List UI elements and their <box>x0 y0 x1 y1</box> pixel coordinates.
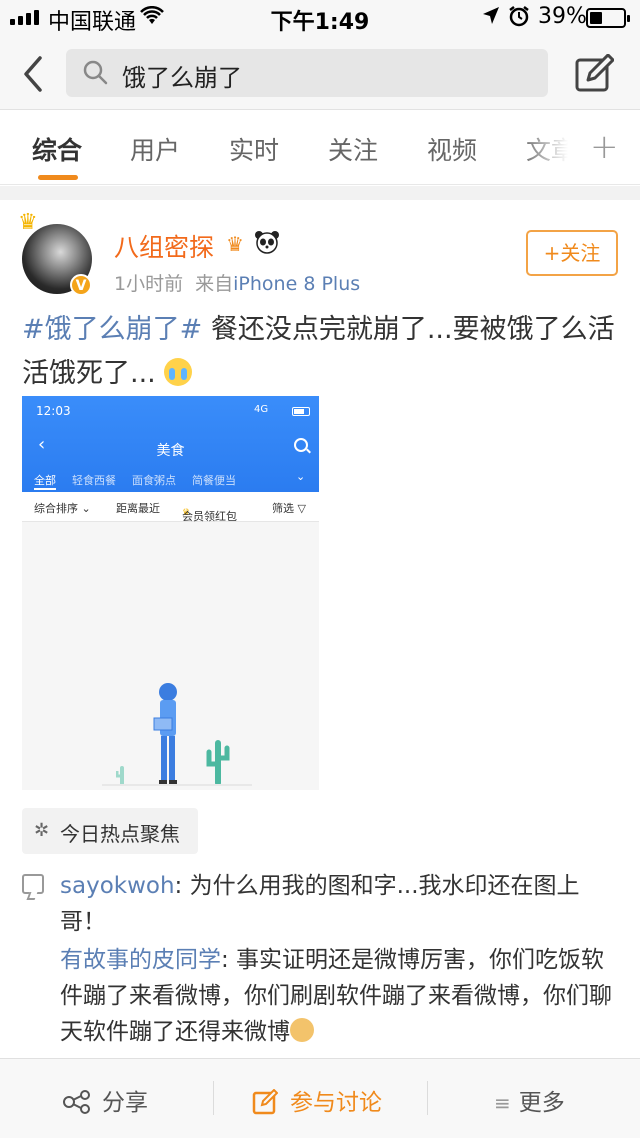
small-cactus-illustration <box>116 766 124 786</box>
post-image[interactable]: 12:03 4G ‹ 美食 全部 轻食西餐 面食粥点 简餐便当 ⌄ 综合排序 ⌄ 距离… <box>22 396 319 790</box>
comment-author[interactable]: sayokwoh <box>60 873 175 899</box>
image-battery-icon <box>292 407 310 416</box>
divider <box>213 1081 214 1115</box>
image-tab: 轻食西餐 <box>72 474 116 487</box>
source-device: iPhone 8 Plus <box>233 273 361 295</box>
image-chevron-down-icon: ⌄ <box>296 470 306 483</box>
doge-emoji-icon <box>290 1018 314 1042</box>
vip-crown-icon: ♛ <box>226 232 244 256</box>
topic-chip[interactable]: ✲ 今日热点聚焦 <box>22 808 198 854</box>
post-meta: 1小时前 来自iPhone 8 Plus <box>114 269 360 296</box>
image-tabs: 全部 轻食西餐 面食粥点 简餐便当 <box>34 472 252 488</box>
back-button[interactable] <box>18 54 48 94</box>
tab-following[interactable]: 关注 <box>328 131 378 167</box>
active-tab-indicator <box>38 175 78 180</box>
ground-line <box>102 784 252 786</box>
compose-button[interactable] <box>574 53 615 94</box>
image-tab: 全部 <box>34 474 56 487</box>
status-bar: 中国联通 下午1:49 39% <box>0 0 640 36</box>
tab-video[interactable]: 视频 <box>427 131 477 167</box>
image-tab: 面食粥点 <box>132 474 176 487</box>
crown-icon: ♛ <box>18 210 38 235</box>
comment-icon <box>22 874 44 894</box>
topic-label: 今日热点聚焦 <box>60 822 180 846</box>
post-source: 来自iPhone 8 Plus <box>195 273 360 295</box>
search-query: 饿了么崩了 <box>122 64 242 92</box>
image-tab-indicator <box>34 488 56 490</box>
more-button[interactable]: ≡ 更多 <box>494 1083 565 1117</box>
follow-button[interactable]: +关注 <box>526 230 618 276</box>
alarm-icon <box>508 5 530 33</box>
search-header: 饿了么崩了 <box>0 36 640 110</box>
comment-item[interactable]: 有故事的皮同学: 事实证明还是微博厉害，你们吃饭软件蹦了来看微博，你们刷剧软件蹦… <box>60 942 620 1050</box>
image-filter-bar: 综合排序 ⌄ 距离最近 ♛ 会员领红包 筛选 ▽ <box>22 492 319 523</box>
image-filter-label: 会员领红包 <box>182 510 237 523</box>
post-content: #饿了么崩了# 餐还没点完就崩了...要被饿了么活活饿死了... <box>22 308 622 396</box>
search-icon <box>82 59 108 89</box>
image-filter: 筛选 ▽ <box>272 502 306 515</box>
tab-realtime[interactable]: 实时 <box>229 131 279 167</box>
tab-fade <box>520 111 580 184</box>
post-username[interactable]: 八组密探 <box>114 228 214 264</box>
discuss-label: 参与讨论 <box>290 1090 382 1116</box>
compose-icon <box>252 1088 279 1115</box>
share-button[interactable]: 分享 <box>62 1083 148 1117</box>
bottom-action-bar: 分享 参与讨论 ≡ 更多 <box>0 1058 640 1138</box>
share-icon <box>63 1090 90 1114</box>
crying-emoji-icon <box>164 358 193 386</box>
verified-badge: V <box>70 274 92 296</box>
section-divider <box>0 186 640 200</box>
location-icon <box>482 6 500 32</box>
image-time: 12:03 <box>36 404 71 418</box>
post-time: 1小时前 <box>114 273 184 295</box>
compose-icon <box>575 53 615 92</box>
image-tab: 简餐便当 <box>192 474 236 487</box>
image-filter: 综合排序 ⌄ <box>34 502 91 515</box>
source-prefix: 来自 <box>195 273 234 295</box>
discuss-button[interactable]: 参与讨论 <box>252 1083 382 1117</box>
search-input[interactable]: 饿了么崩了 <box>66 49 548 97</box>
image-filter: 距离最近 <box>116 502 160 515</box>
cactus-illustration <box>206 740 230 786</box>
share-label: 分享 <box>102 1090 148 1116</box>
image-title: 美食 <box>156 443 185 459</box>
comment-author[interactable]: 有故事的皮同学 <box>60 947 221 973</box>
battery-percent: 39% <box>538 4 587 29</box>
back-icon <box>24 56 42 92</box>
add-tab-button[interactable]: + <box>590 127 619 167</box>
search-tabs: 综合 用户 实时 关注 视频 文章 + <box>0 111 640 185</box>
battery-icon <box>586 8 630 28</box>
comment-item[interactable]: sayokwoh: 为什么用我的图和字...我水印还在图上哥！ <box>60 868 620 940</box>
post-hashtag[interactable]: #饿了么崩了# <box>22 314 202 345</box>
panda-icon <box>254 230 280 254</box>
more-label: 更多 <box>518 1090 565 1116</box>
delivery-person-illustration <box>153 683 177 784</box>
menu-lines-icon: ≡ <box>494 1091 511 1115</box>
image-app-header: 12:03 4G ‹ 美食 全部 轻食西餐 面食粥点 简餐便当 ⌄ <box>22 396 319 492</box>
divider <box>427 1081 428 1115</box>
hot-topic-icon: ✲ <box>34 820 50 841</box>
tab-comprehensive[interactable]: 综合 <box>32 131 82 167</box>
image-search-icon <box>294 438 308 452</box>
tab-users[interactable]: 用户 <box>130 131 180 167</box>
image-network: 4G <box>254 404 269 415</box>
